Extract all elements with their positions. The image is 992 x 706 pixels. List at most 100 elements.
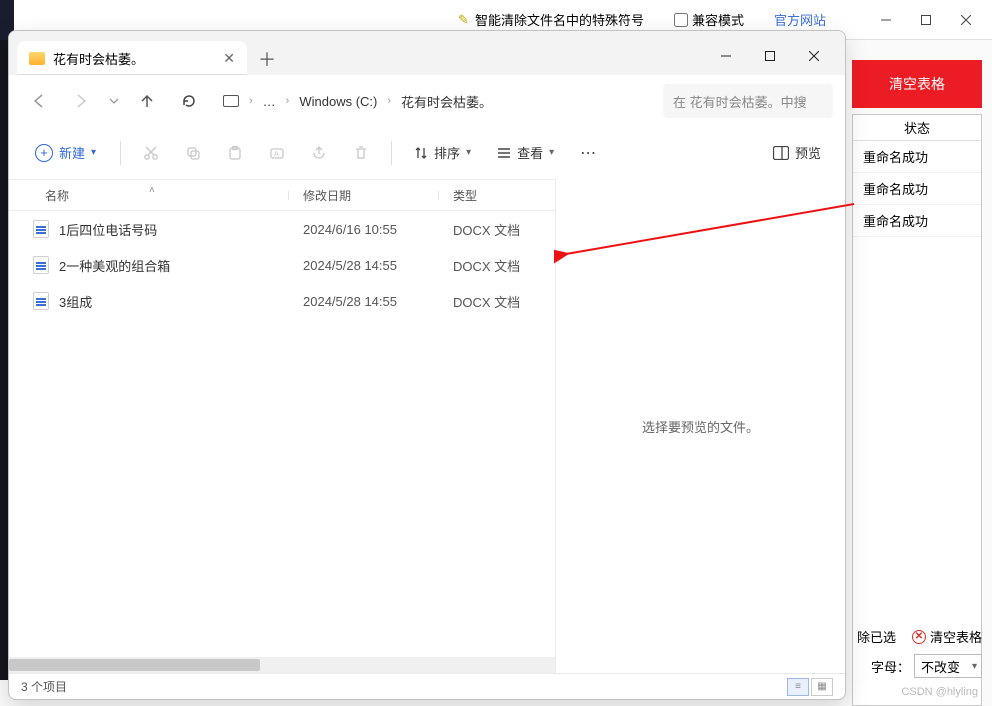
preview-label: 预览	[795, 143, 821, 162]
up-button[interactable]	[129, 83, 165, 119]
sort-indicator-icon: ˄	[149, 185, 155, 196]
chevron-down-icon: ▾	[91, 147, 96, 158]
compat-label: 兼容模式	[692, 10, 744, 29]
svg-text:A: A	[274, 151, 279, 158]
preview-pane-button[interactable]: 预览	[763, 136, 831, 170]
preview-pane: 选择要预览的文件。	[555, 179, 845, 673]
file-type: DOCX 文档	[439, 256, 555, 275]
explorer-toolbar: + 新建 ▾ A 排序 ▾ 查看 ▾ ⋯ 预览	[9, 127, 845, 179]
search-placeholder: 在 花有时会枯萎。中搜	[673, 92, 807, 111]
bg-maximize-button[interactable]	[906, 5, 946, 35]
compat-checkbox-box[interactable]	[674, 13, 688, 27]
watermark: CSDN @hlyling	[842, 686, 982, 698]
remove-selected-label[interactable]: 除已选	[857, 627, 896, 646]
sort-icon	[414, 146, 428, 160]
explorer-maximize-button[interactable]	[749, 41, 791, 71]
file-type: DOCX 文档	[439, 292, 555, 311]
paste-button[interactable]	[217, 135, 253, 171]
divider	[391, 141, 392, 165]
folder-icon	[29, 52, 45, 65]
explorer-navbar: › … › Windows (C:) › 花有时会枯萎。 在 花有时会枯萎。中搜	[9, 75, 845, 127]
new-label: 新建	[59, 143, 85, 162]
view-label: 查看	[517, 143, 543, 162]
divider	[120, 141, 121, 165]
scrollbar-thumb[interactable]	[9, 659, 260, 671]
tab-title: 花有时会枯萎。	[53, 49, 144, 68]
bg-bottom-controls: 除已选 ✕ 清空表格 字母： 不改变 ▾ CSDN @hlyling	[842, 627, 982, 698]
chevron-down-icon: ▾	[972, 661, 977, 672]
sort-label: 排序	[434, 143, 460, 162]
file-row[interactable]: 2一种美观的组合箱 2024/5/28 14:55 DOCX 文档	[9, 247, 555, 283]
back-button[interactable]	[21, 83, 57, 119]
plus-circle-icon: +	[35, 144, 53, 162]
font-dropdown-value: 不改变	[921, 657, 960, 676]
rename-button[interactable]: A	[259, 135, 295, 171]
status-table: 状态 重命名成功 重命名成功 重命名成功	[852, 114, 982, 706]
bg-right-panel: 清空表格 状态 重命名成功 重命名成功 重命名成功	[852, 60, 982, 706]
chevron-right-icon: ›	[286, 95, 290, 107]
thumbnails-view-button[interactable]: ▦	[811, 678, 833, 696]
file-name: 3组成	[59, 292, 92, 311]
breadcrumb-ellipsis[interactable]: …	[263, 94, 276, 109]
file-type: DOCX 文档	[439, 220, 555, 239]
tab-close-button[interactable]: ✕	[223, 50, 235, 67]
horizontal-scrollbar[interactable]	[9, 657, 555, 673]
cut-button[interactable]	[133, 135, 169, 171]
copy-button[interactable]	[175, 135, 211, 171]
file-row[interactable]: 1后四位电话号码 2024/6/16 10:55 DOCX 文档	[9, 211, 555, 247]
more-button[interactable]: ⋯	[570, 135, 606, 171]
file-rows: 1后四位电话号码 2024/6/16 10:55 DOCX 文档 2一种美观的组…	[9, 211, 555, 657]
status-row: 重命名成功	[853, 141, 981, 173]
chevron-right-icon: ›	[249, 95, 253, 107]
status-row: 重命名成功	[853, 173, 981, 205]
docx-icon	[33, 256, 49, 274]
col-header-name[interactable]: 名称 ˄	[9, 187, 289, 204]
explorer-tab[interactable]: 花有时会枯萎。 ✕	[17, 41, 247, 75]
col-header-type[interactable]: 类型	[439, 187, 555, 204]
address-bar[interactable]: › … › Windows (C:) › 花有时会枯萎。	[213, 84, 657, 118]
chevron-down-icon: ▾	[549, 147, 554, 158]
view-button[interactable]: 查看 ▾	[487, 136, 564, 170]
official-site-link[interactable]: 官方网站	[774, 10, 826, 29]
col-header-date[interactable]: 修改日期	[289, 187, 439, 204]
forward-button[interactable]	[63, 83, 99, 119]
delete-button[interactable]	[343, 135, 379, 171]
file-explorer-window: 花有时会枯萎。 ✕ ＋ › … › Windows (C:) › 花有时会枯萎。…	[8, 30, 846, 700]
preview-hint: 选择要预览的文件。	[642, 417, 759, 436]
explorer-minimize-button[interactable]	[705, 41, 747, 71]
docx-icon	[33, 220, 49, 238]
compat-mode-checkbox[interactable]: 兼容模式	[674, 10, 744, 29]
explorer-close-button[interactable]	[793, 41, 835, 71]
bg-app-title: 智能清除文件名中的特殊符号	[475, 10, 644, 29]
clear-table-button[interactable]: 清空表格	[852, 60, 982, 108]
file-row[interactable]: 3组成 2024/5/28 14:55 DOCX 文档	[9, 283, 555, 319]
share-button[interactable]	[301, 135, 337, 171]
sort-button[interactable]: 排序 ▾	[404, 136, 481, 170]
new-tab-button[interactable]: ＋	[251, 43, 283, 75]
file-date: 2024/6/16 10:55	[289, 222, 439, 237]
bg-minimize-button[interactable]	[866, 5, 906, 35]
file-name: 2一种美观的组合箱	[59, 256, 170, 275]
preview-pane-icon	[773, 146, 789, 160]
x-circle-icon: ✕	[912, 630, 926, 644]
font-dropdown[interactable]: 不改变 ▾	[914, 654, 982, 678]
new-button[interactable]: + 新建 ▾	[23, 136, 108, 170]
details-view-button[interactable]: ≡	[787, 678, 809, 696]
explorer-statusbar: 3 个项目 ≡ ▦	[9, 673, 845, 699]
search-input[interactable]: 在 花有时会枯萎。中搜	[663, 84, 833, 118]
list-icon	[497, 146, 511, 160]
breadcrumb-folder[interactable]: 花有时会枯萎。	[401, 92, 492, 111]
column-headers: 名称 ˄ 修改日期 类型	[9, 179, 555, 211]
docx-icon	[33, 292, 49, 310]
font-label: 字母：	[871, 657, 910, 676]
clear-table-label[interactable]: 清空表格	[930, 627, 982, 646]
this-pc-icon	[223, 95, 239, 107]
chevron-right-icon: ›	[387, 95, 391, 107]
refresh-button[interactable]	[171, 83, 207, 119]
explorer-tabbar: 花有时会枯萎。 ✕ ＋	[9, 31, 845, 75]
bg-close-button[interactable]	[946, 5, 986, 35]
breadcrumb-drive[interactable]: Windows (C:)	[299, 94, 377, 109]
history-dropdown-button[interactable]	[105, 83, 123, 119]
file-date: 2024/5/28 14:55	[289, 258, 439, 273]
wand-icon: ✎	[458, 12, 469, 28]
